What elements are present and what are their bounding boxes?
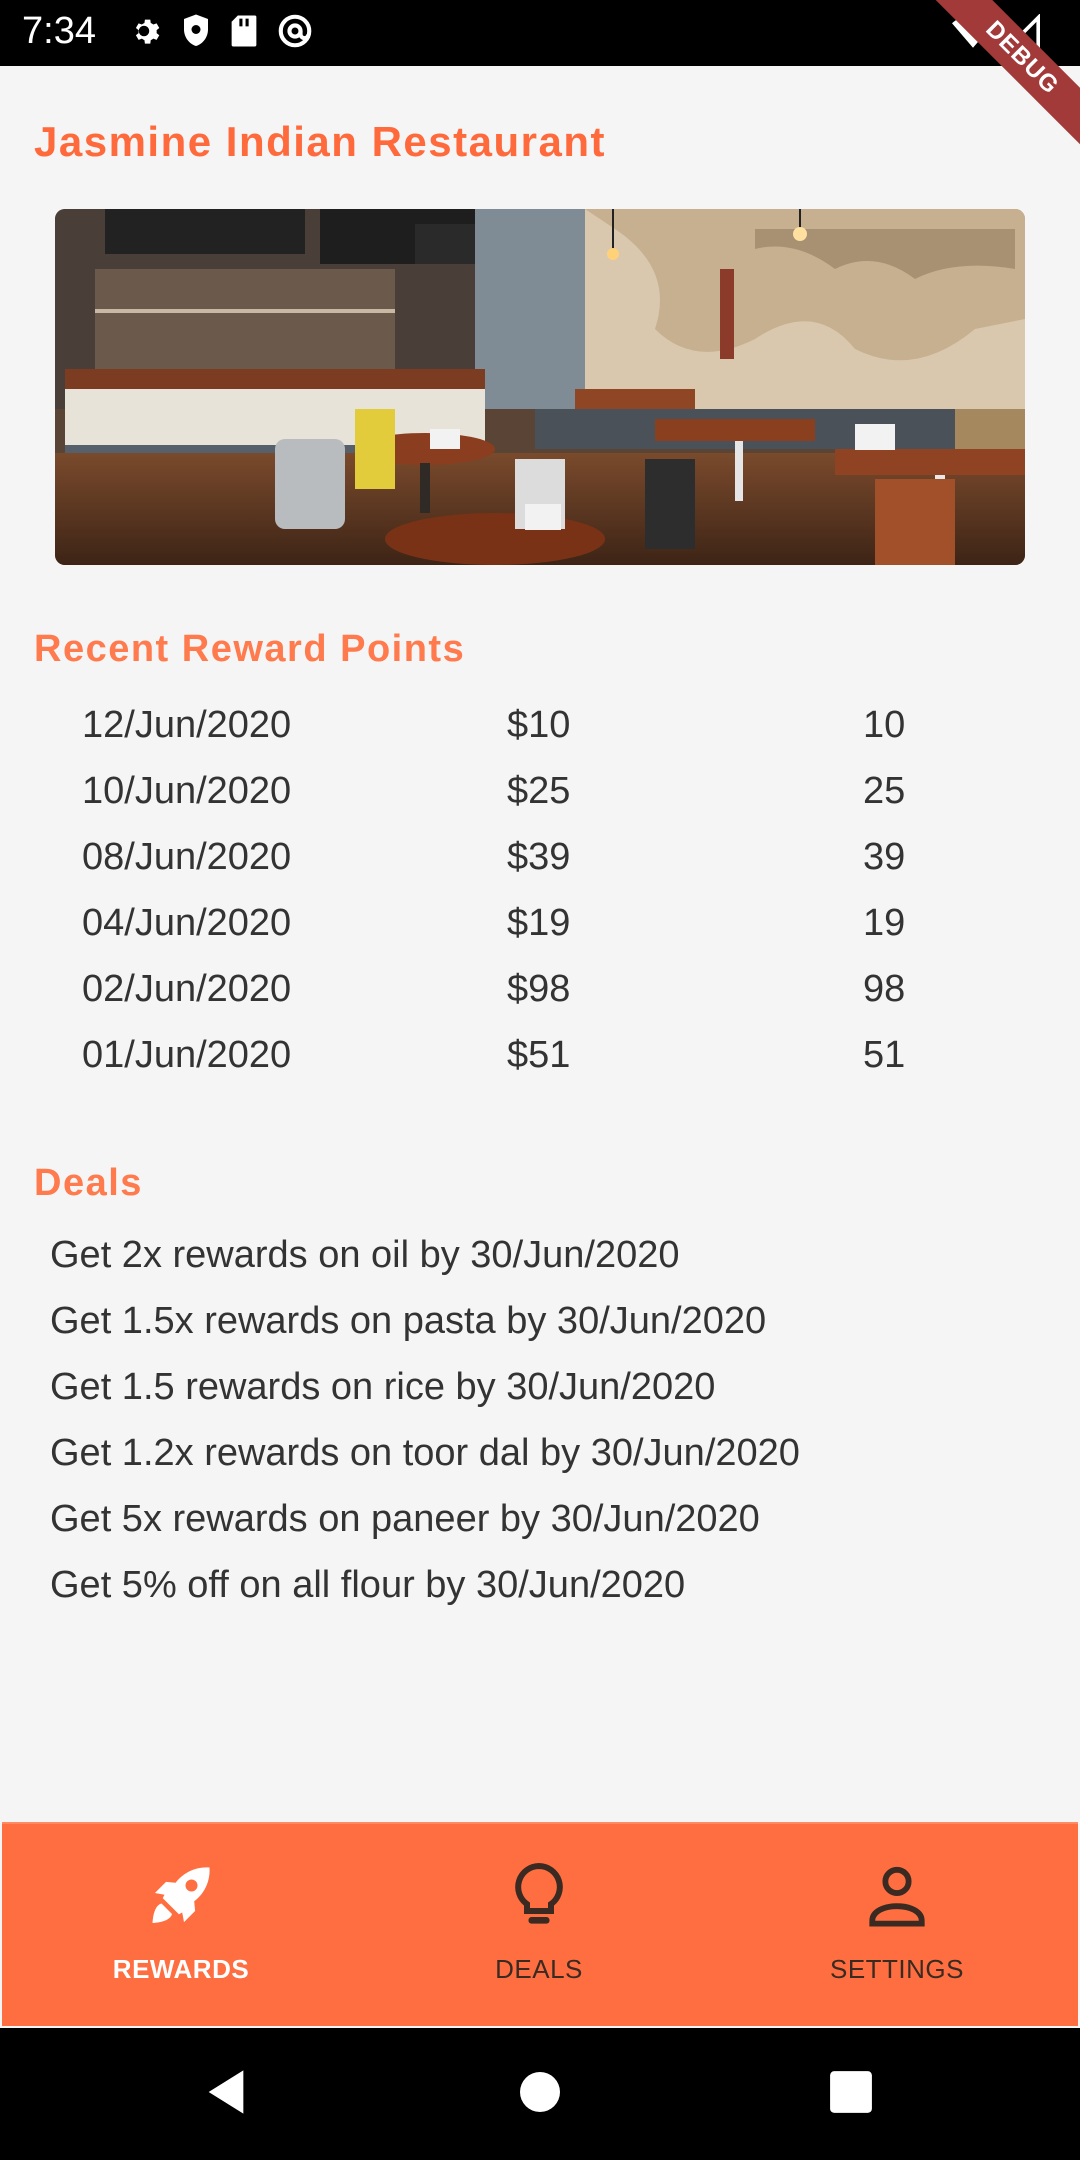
rewards-table: 12/Jun/2020 $10 10 10/Jun/2020 $25 25 08… xyxy=(0,698,1080,1094)
reward-amount: $51 xyxy=(507,1034,571,1076)
deal-item: Get 2x rewards on oil by 30/Jun/2020 xyxy=(50,1234,680,1276)
restaurant-name: Jasmine Indian Restaurant xyxy=(34,118,606,165)
person-icon xyxy=(869,1866,925,1927)
nav-tab-rewards[interactable]: REWARDS xyxy=(2,1824,360,2028)
reward-row: 10/Jun/2020 $25 25 xyxy=(0,764,1080,830)
rocket-icon xyxy=(152,1867,210,1923)
status-notification-icons xyxy=(126,12,314,50)
reward-points: 25 xyxy=(863,770,906,812)
reward-date: 12/Jun/2020 xyxy=(82,704,292,746)
reward-date: 02/Jun/2020 xyxy=(82,968,292,1010)
deal-item: Get 1.2x rewards on toor dal by 30/Jun/2… xyxy=(50,1432,800,1474)
reward-points: 51 xyxy=(863,1034,906,1076)
bottom-navigation-bar: REWARDS DEALS SETTINGS xyxy=(2,1822,1078,2026)
reward-amount: $25 xyxy=(507,770,571,812)
nav-label-rewards: REWARDS xyxy=(112,1954,250,1984)
deals-list: Get 2x rewards on oil by 30/Jun/2020 Get… xyxy=(50,1232,800,1628)
status-bar: 7:34 xyxy=(0,0,1080,66)
reward-points: 39 xyxy=(863,836,906,878)
reward-date: 08/Jun/2020 xyxy=(82,836,292,878)
status-time: 7:34 xyxy=(22,10,96,52)
reward-row: 04/Jun/2020 $19 19 xyxy=(0,896,1080,962)
nav-label-settings: SETTINGS xyxy=(829,1954,964,1984)
reward-amount: $19 xyxy=(507,902,571,944)
recents-icon[interactable] xyxy=(828,2066,874,2118)
reward-points: 10 xyxy=(863,704,906,746)
deal-item: Get 1.5x rewards on pasta by 30/Jun/2020 xyxy=(50,1300,767,1342)
at-sign-icon xyxy=(278,14,312,48)
rewards-section-title: Recent Reward Points xyxy=(34,628,466,670)
app-screen: 7:34 DEBUG Jasmine Indian Restaurant Rec… xyxy=(0,0,1080,2160)
reward-points: 98 xyxy=(863,968,906,1010)
home-icon[interactable] xyxy=(518,2066,562,2118)
reward-row: 02/Jun/2020 $98 98 xyxy=(0,962,1080,1028)
nav-tab-settings[interactable]: SETTINGS xyxy=(718,1824,1076,2028)
system-navigation-bar xyxy=(0,2028,1080,2160)
reward-date: 10/Jun/2020 xyxy=(82,770,292,812)
nav-tab-deals[interactable]: DEALS xyxy=(360,1824,718,2028)
restaurant-interior-image xyxy=(55,209,1025,565)
reward-points: 19 xyxy=(863,902,906,944)
deals-section-title: Deals xyxy=(34,1162,143,1204)
reward-row: 08/Jun/2020 $39 39 xyxy=(0,830,1080,896)
lightbulb-icon xyxy=(515,1862,563,1924)
reward-row: 01/Jun/2020 $51 51 xyxy=(0,1028,1080,1094)
deal-item: Get 1.5 rewards on rice by 30/Jun/2020 xyxy=(50,1366,716,1408)
sd-card-icon xyxy=(231,15,257,47)
shield-icon xyxy=(184,14,208,46)
back-icon[interactable] xyxy=(204,2066,248,2118)
reward-row: 12/Jun/2020 $10 10 xyxy=(0,698,1080,764)
reward-amount: $10 xyxy=(507,704,571,746)
reward-date: 01/Jun/2020 xyxy=(82,1034,292,1076)
reward-amount: $39 xyxy=(507,836,571,878)
reward-date: 04/Jun/2020 xyxy=(82,902,292,944)
restaurant-photo xyxy=(55,209,1025,565)
gear-icon xyxy=(135,19,160,44)
deal-item: Get 5x rewards on paneer by 30/Jun/2020 xyxy=(50,1498,760,1540)
nav-label-deals: DEALS xyxy=(495,1954,583,1984)
reward-amount: $98 xyxy=(507,968,571,1010)
deal-item: Get 5% off on all flour by 30/Jun/2020 xyxy=(50,1564,686,1606)
